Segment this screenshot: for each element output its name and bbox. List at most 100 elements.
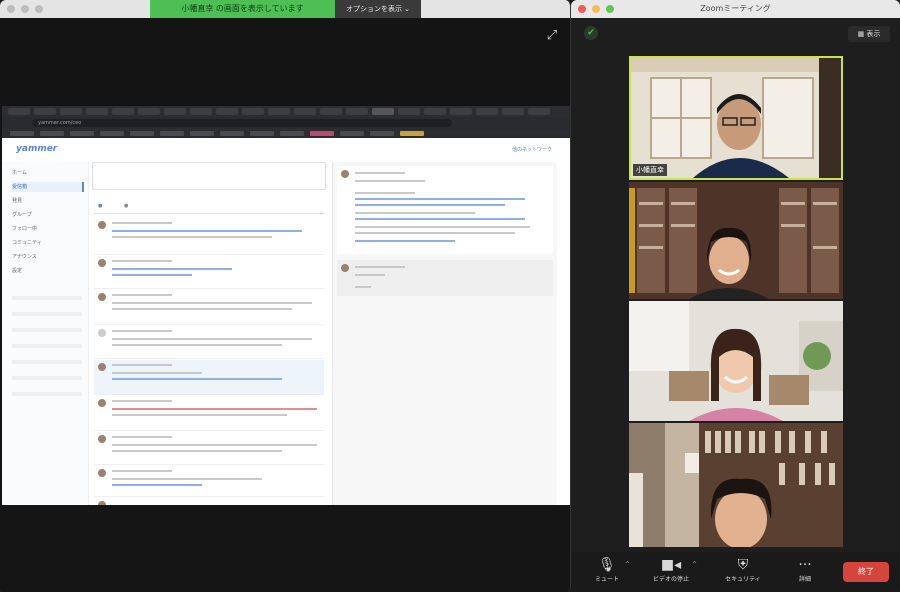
bookmark[interactable] — [190, 131, 214, 136]
browser-tab[interactable] — [138, 108, 160, 115]
browser-tab[interactable] — [86, 108, 108, 115]
security-label: セキュリティ — [725, 576, 761, 583]
feed-post[interactable] — [94, 432, 324, 465]
feed-post[interactable] — [94, 498, 324, 509]
bookmark[interactable] — [370, 131, 394, 136]
browser-tab[interactable] — [112, 108, 134, 115]
bookmark[interactable] — [130, 131, 154, 136]
chevron-up-icon[interactable]: ^ — [625, 561, 630, 568]
app-sidebar: ホーム 受信箱 発見 グループ フォロー中 コミュニティ アナウンス 設定 — [2, 162, 89, 505]
video-tile-4[interactable] — [629, 423, 843, 547]
video-tile-3[interactable] — [629, 301, 843, 421]
feed-tab[interactable]: ● — [124, 203, 128, 209]
sharing-banner: 小幡直幸 の画面を表示しています — [150, 0, 335, 18]
feed-post[interactable] — [94, 218, 324, 255]
shield-icon[interactable]: ✔ — [584, 26, 598, 40]
bookmark[interactable] — [310, 131, 334, 136]
browser-tab[interactable] — [294, 108, 316, 115]
sidebar-item[interactable] — [12, 312, 82, 316]
network-switcher[interactable]: 他のネットワーク — [512, 146, 552, 153]
zoom-meeting-window: Zoomミーティング ✔ ▦ 表示 小幡直幸 🎙 ミュート ^ ■◂ ビデオの停… — [571, 0, 900, 592]
bookmark[interactable] — [250, 131, 274, 136]
sidebar-item[interactable]: 発見 — [12, 196, 82, 206]
avatar — [98, 469, 106, 477]
fullscreen-icon[interactable]: ⤢ — [543, 27, 561, 45]
bookmark[interactable] — [400, 131, 424, 136]
browser-tab[interactable] — [502, 108, 524, 115]
browser-tab[interactable] — [346, 108, 368, 115]
shield-icon: ⛨ — [737, 557, 749, 573]
browser-tab-active[interactable] — [372, 108, 394, 115]
bookmark[interactable] — [220, 131, 244, 136]
browser-tab[interactable] — [476, 108, 498, 115]
browser-tab[interactable] — [450, 108, 472, 115]
app-logo[interactable]: yammer — [16, 144, 57, 154]
thread-message — [337, 166, 553, 254]
stop-video-button[interactable]: ■◂ ビデオの停止 — [643, 556, 699, 590]
sidebar-item[interactable] — [12, 296, 82, 300]
bookmark[interactable] — [40, 131, 64, 136]
chevron-up-icon[interactable]: ^ — [692, 561, 697, 568]
compose-box[interactable] — [92, 162, 326, 190]
browser-tab[interactable] — [216, 108, 238, 115]
feed-tabs: ● ● — [94, 203, 324, 214]
feed-post[interactable] — [94, 256, 324, 289]
sidebar-item[interactable] — [12, 392, 82, 396]
feed-post[interactable] — [94, 466, 324, 497]
sidebar-item[interactable] — [12, 344, 82, 348]
thread-panel — [332, 162, 557, 505]
video-tile-2[interactable] — [629, 182, 843, 299]
meeting-toolbar: 🎙 ミュート ^ ■◂ ビデオの停止 ^ ⛨ セキュリティ ··· 詳細 終了 — [571, 552, 900, 592]
zoom-dot[interactable] — [35, 5, 43, 13]
feed-post-highlighted[interactable] — [94, 360, 324, 395]
sidebar-item[interactable] — [12, 328, 82, 332]
end-meeting-button[interactable]: 終了 — [843, 562, 889, 582]
feed-post[interactable] — [94, 326, 324, 359]
browser-tab[interactable] — [528, 108, 550, 115]
video-tile-1[interactable]: 小幡直幸 — [629, 56, 843, 180]
browser-tab[interactable] — [268, 108, 290, 115]
sidebar-item[interactable]: 設定 — [12, 266, 82, 276]
browser-tab[interactable] — [242, 108, 264, 115]
screen-share-window: 小幡直幸 の画面を表示しています オプションを表示 ⌄ ⤢ yammer.com… — [0, 0, 571, 592]
browser-tab[interactable] — [34, 108, 56, 115]
browser-tab[interactable] — [8, 108, 30, 115]
security-button[interactable]: ⛨ セキュリティ — [715, 556, 771, 590]
bookmark[interactable] — [160, 131, 184, 136]
browser-tab[interactable] — [164, 108, 186, 115]
sidebar-item[interactable]: ホーム — [12, 168, 82, 178]
bookmark[interactable] — [280, 131, 304, 136]
browser-tab[interactable] — [398, 108, 420, 115]
browser-tab[interactable] — [320, 108, 342, 115]
sidebar-item[interactable] — [12, 376, 82, 380]
feed-post[interactable] — [94, 290, 324, 325]
sidebar-item[interactable]: フォロー中 — [12, 224, 82, 234]
sidebar-item[interactable]: コミュニティ — [12, 238, 82, 248]
bookmark[interactable] — [70, 131, 94, 136]
grid-icon: ▦ — [857, 30, 865, 38]
more-button[interactable]: ··· 詳細 — [777, 556, 833, 590]
avatar — [98, 329, 106, 337]
avatar — [98, 293, 106, 301]
message-feed: ● ● — [92, 162, 327, 509]
url-input[interactable]: yammer.com/ceo — [32, 119, 452, 127]
sidebar-item[interactable]: アナウンス — [12, 252, 82, 262]
bookmark[interactable] — [10, 131, 34, 136]
feed-tab[interactable]: ● — [98, 203, 102, 209]
browser-tab[interactable] — [190, 108, 212, 115]
feed-post[interactable] — [94, 396, 324, 431]
bookmark[interactable] — [100, 131, 124, 136]
bookmark[interactable] — [340, 131, 364, 136]
view-options-button[interactable]: オプションを表示 ⌄ — [335, 0, 421, 18]
browser-tab[interactable] — [424, 108, 446, 115]
yammer-page: yammer 他のネットワーク ホーム 受信箱 発見 グループ フォロー中 コミ… — [2, 138, 570, 509]
sidebar-item[interactable]: グループ — [12, 210, 82, 220]
minimize-dot[interactable] — [21, 5, 29, 13]
browser-tab[interactable] — [60, 108, 82, 115]
participant-video — [631, 58, 841, 178]
close-dot[interactable] — [7, 5, 15, 13]
view-button[interactable]: ▦ 表示 — [848, 26, 890, 42]
sidebar-item-active[interactable]: 受信箱 — [12, 182, 84, 192]
sidebar-item[interactable] — [12, 360, 82, 364]
browser-tab-strip — [2, 106, 570, 117]
